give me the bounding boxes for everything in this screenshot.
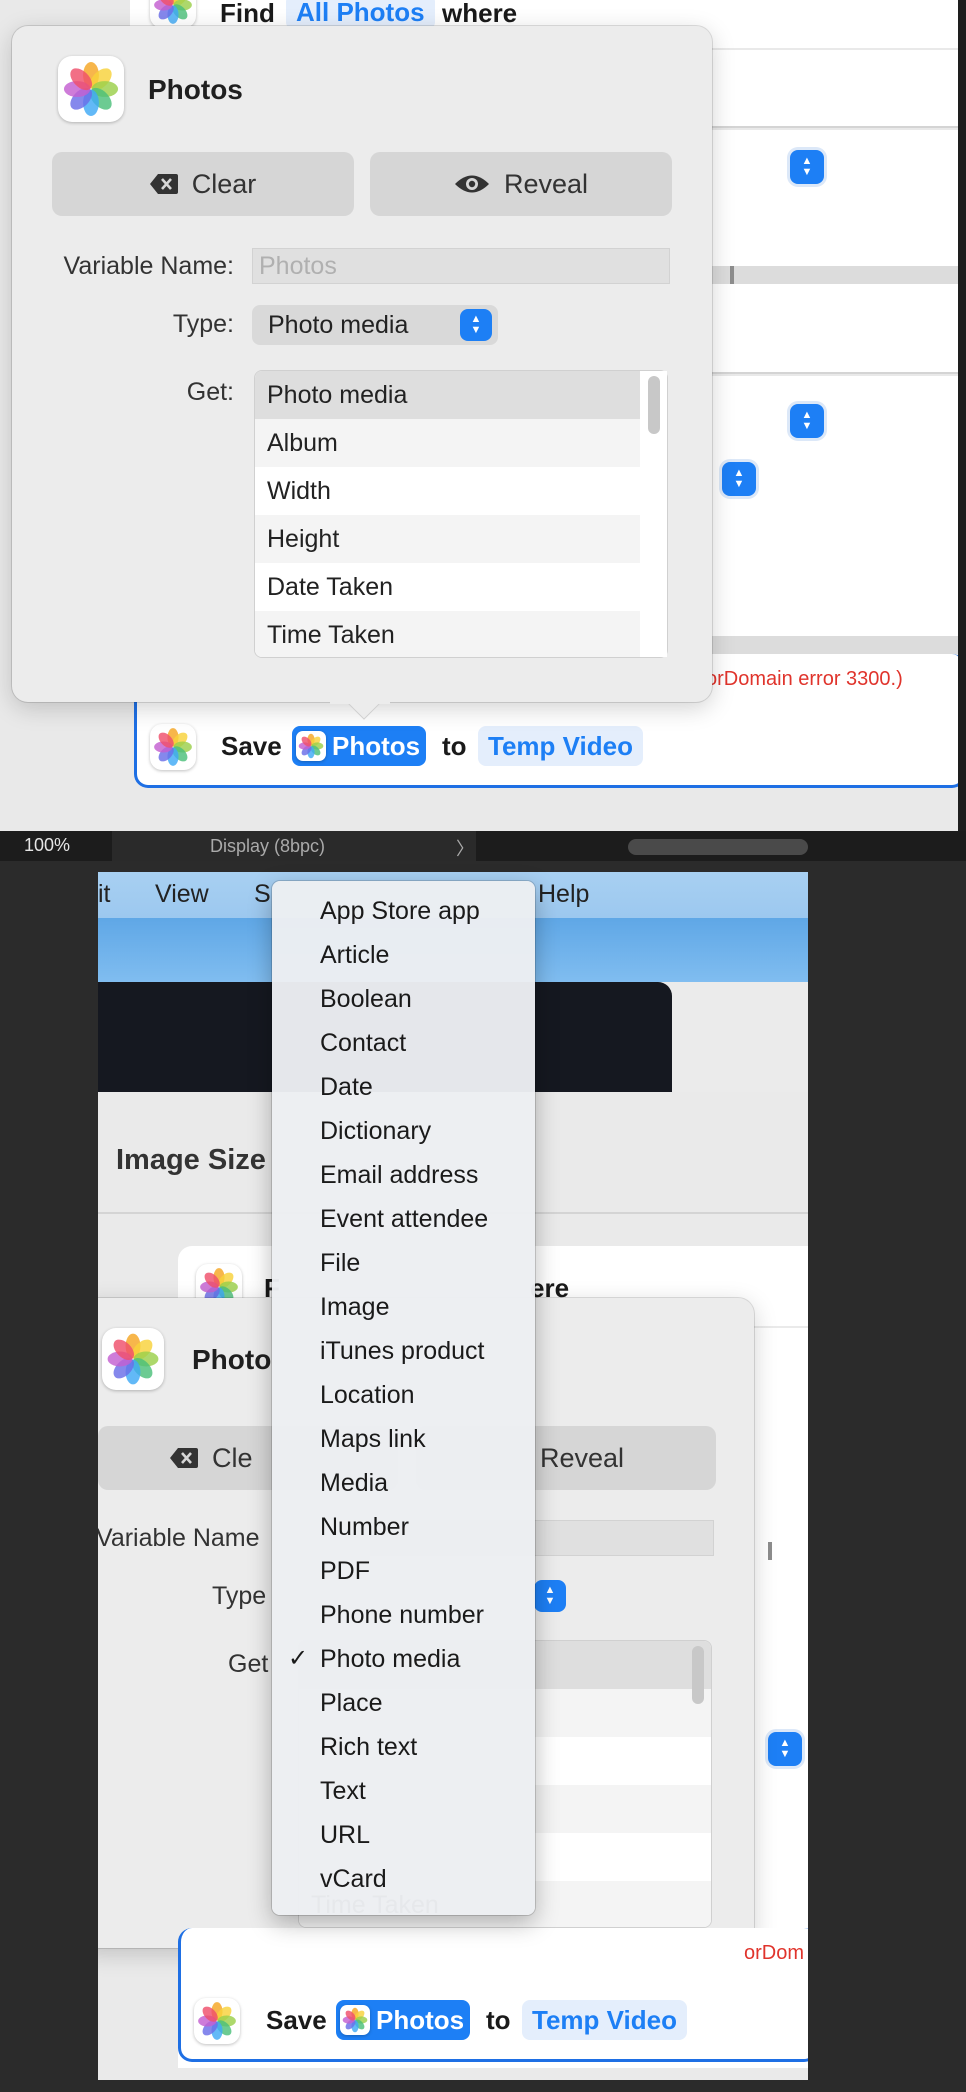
error-message: orDomain error 3300.): [706, 668, 903, 690]
horizontal-scrollbar[interactable]: [628, 839, 808, 855]
variable-name-label: Variable Name:: [63, 252, 234, 280]
menu-item-label: Photo media: [320, 1645, 461, 1673]
type-select-value: Photo media: [268, 311, 409, 339]
photos-app-icon: [150, 724, 196, 770]
section-title: Image Size: [116, 1144, 266, 1176]
destination-token[interactable]: Temp Video: [522, 2000, 687, 2040]
to-label: to: [486, 2005, 511, 2035]
menu-item[interactable]: Number: [272, 1505, 535, 1549]
list-item[interactable]: Date Taken: [255, 563, 667, 611]
popover-title: Photo: [192, 1344, 272, 1375]
menu-item[interactable]: Event attendee: [272, 1197, 535, 1241]
zoom-level[interactable]: 100%: [24, 835, 70, 856]
to-label: to: [442, 731, 467, 761]
get-property-list[interactable]: Photo media Album Width Height Date Take…: [254, 370, 668, 658]
variable-name-field[interactable]: Photos: [252, 248, 670, 284]
save-action-card[interactable]: [178, 1928, 808, 2062]
menu-item[interactable]: Date: [272, 1065, 535, 1109]
menu-item[interactable]: Place: [272, 1681, 535, 1725]
reveal-button-label: Reveal: [503, 168, 589, 199]
list-scrollbar[interactable]: [692, 1646, 704, 1704]
menu-item[interactable]: File: [272, 1241, 535, 1285]
type-label: Type: [212, 1582, 267, 1610]
menu-item[interactable]: App Store app: [272, 889, 535, 933]
photos-app-icon: [194, 1998, 240, 2044]
photos-app-icon: [58, 56, 124, 122]
clear-button-label: Cle: [212, 1442, 253, 1473]
photos-variable-token[interactable]: Photos: [336, 2000, 471, 2040]
top-editor-panel: Find All Photos where ▲ ▼ ▲ ▼ ▲ ▼ orDomain …: [0, 0, 966, 831]
type-label: Type:: [172, 310, 234, 338]
photos-variable-token[interactable]: Photos: [292, 726, 427, 766]
photos-app-icon: [102, 1328, 164, 1390]
menu-item[interactable]: Contact: [272, 1021, 535, 1065]
reveal-button-label: Reveal: [539, 1442, 624, 1473]
status-bar: 100% Display (8bpc) 〉: [0, 831, 966, 861]
error-message: orDom: [744, 1942, 805, 1964]
get-label: Get:: [186, 378, 234, 406]
photos-app-icon: [296, 731, 326, 761]
clear-button-label: Clear: [191, 168, 257, 199]
clear-icon: [149, 174, 178, 194]
variable-token-label: Photos: [332, 730, 421, 761]
list-item[interactable]: Photo media: [255, 371, 667, 419]
reveal-button[interactable]: Reveal: [370, 152, 672, 216]
menu-item[interactable]: PDF: [272, 1549, 535, 1593]
variable-token-label: Photos: [376, 2004, 465, 2035]
order-stepper-icon[interactable]: ▲ ▼: [722, 462, 756, 496]
menu-edit[interactable]: it: [98, 880, 111, 909]
menu-item[interactable]: vCard: [272, 1857, 535, 1901]
menu-item[interactable]: Image: [272, 1285, 535, 1329]
menu-item[interactable]: Email address: [272, 1153, 535, 1197]
menu-item[interactable]: iTunes product: [272, 1329, 535, 1373]
list-item[interactable]: Width: [255, 467, 667, 515]
chevron-right-icon[interactable]: 〉: [456, 835, 474, 861]
menu-item[interactable]: Rich text: [272, 1725, 535, 1769]
menu-item[interactable]: Text: [272, 1769, 535, 1813]
menu-help[interactable]: Help: [538, 880, 589, 909]
menu-item[interactable]: Boolean: [272, 977, 535, 1021]
list-item[interactable]: Time Taken: [255, 611, 667, 657]
list-item[interactable]: Height: [255, 515, 667, 563]
variable-name-label: Variable Name: [98, 1524, 260, 1552]
get-label: Get: [228, 1650, 269, 1678]
list-item[interactable]: Album: [255, 419, 667, 467]
clear-icon: [170, 1448, 198, 1468]
type-stepper-icon[interactable]: ▲ ▼: [460, 309, 492, 341]
menu-item[interactable]: ✓ Photo media: [272, 1637, 535, 1681]
menu-view[interactable]: View: [155, 880, 209, 909]
menu-item[interactable]: Article: [272, 933, 535, 977]
where-label: where: [442, 0, 518, 28]
destination-token[interactable]: Temp Video: [478, 726, 643, 766]
save-label: Save: [266, 2005, 327, 2035]
find-label: Find: [220, 0, 275, 28]
sort-stepper-icon[interactable]: ▲ ▼: [790, 404, 824, 438]
photos-app-icon: [340, 2005, 370, 2035]
menu-item[interactable]: Phone number: [272, 1593, 535, 1637]
list-scrollbar[interactable]: [648, 376, 660, 434]
type-dropdown-menu: App Store app Article Boolean Contact Date Di…: [272, 881, 535, 1915]
menu-share[interactable]: S: [254, 880, 271, 909]
display-mode[interactable]: Display (8bpc): [112, 831, 476, 861]
menu-item[interactable]: Dictionary: [272, 1109, 535, 1153]
menu-item[interactable]: Location: [272, 1373, 535, 1417]
popover-title: Photos: [148, 74, 243, 105]
menu-item[interactable]: URL: [272, 1813, 535, 1857]
condition-stepper-icon[interactable]: ▲ ▼: [790, 150, 824, 184]
menu-item[interactable]: Maps link: [272, 1417, 535, 1461]
clear-button[interactable]: Clear: [52, 152, 354, 216]
eye-icon: [454, 175, 489, 193]
sort-stepper-icon[interactable]: ▲ ▼: [768, 1732, 802, 1766]
type-stepper-icon[interactable]: ▲ ▼: [534, 1580, 566, 1612]
checkmark-icon: ✓: [288, 1645, 309, 1672]
display-mode-label: Display (8bpc): [210, 836, 326, 856]
save-label: Save: [221, 731, 282, 761]
menu-item[interactable]: Media: [272, 1461, 535, 1505]
photos-app-icon: [150, 0, 196, 28]
